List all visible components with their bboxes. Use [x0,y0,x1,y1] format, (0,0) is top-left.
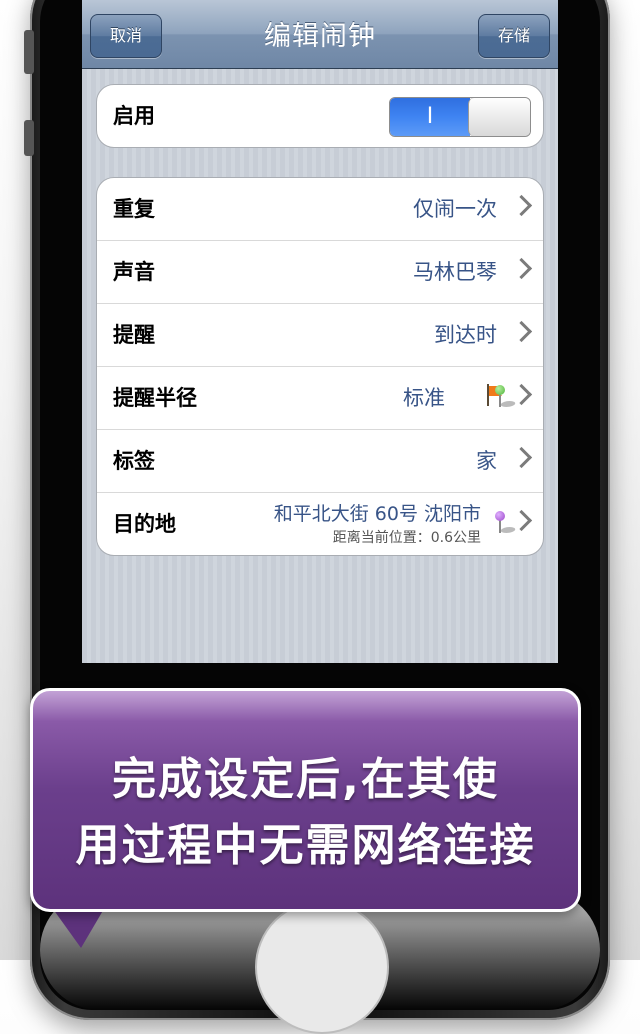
callout-line-1: 完成设定后,在其使 [112,754,499,805]
enable-group: 启用 I [96,84,544,148]
destination-distance: 距离当前位置：0.6公里 [332,530,481,546]
navigation-bar: 取消 编辑闹钟 存储 [82,0,558,69]
remind-label: 提醒 [113,323,155,347]
tag-value: 家 [476,449,497,473]
remind-row[interactable]: 提醒 到达时 [97,304,543,367]
repeat-value: 仅闹一次 [413,197,497,221]
app-screen: 取消 编辑闹钟 存储 启用 I 重复 仅闹一次 声音 马林巴琴 提醒 到达时 提… [82,0,558,663]
chevron-right-icon [510,257,533,280]
enable-row: 启用 I [97,85,543,147]
volume-up-button [24,120,34,156]
remind-value: 到达时 [434,323,497,347]
promo-callout: 完成设定后,在其使 用过程中无需网络连接 [30,688,581,912]
sound-row[interactable]: 声音 马林巴琴 [97,241,543,304]
destination-label: 目的地 [113,512,176,536]
tag-row[interactable]: 标签 家 [97,430,543,493]
repeat-label: 重复 [113,197,155,221]
sound-value: 马林巴琴 [413,260,497,284]
chevron-right-icon [510,320,533,343]
enable-toggle[interactable]: I [389,97,531,137]
callout-line-2: 用过程中无需网络连接 [75,820,536,871]
chevron-right-icon [510,194,533,217]
repeat-row[interactable]: 重复 仅闹一次 [97,178,543,241]
toggle-on-indicator: I [390,98,470,136]
radius-row[interactable]: 提醒半径 标准 [97,367,543,430]
save-button[interactable]: 存储 [478,14,550,58]
tag-label: 标签 [113,449,155,473]
settings-group: 重复 仅闹一次 声音 马林巴琴 提醒 到达时 提醒半径 标准 标签 家 目的地 … [96,177,544,556]
chevron-right-icon [510,446,533,469]
toggle-knob[interactable] [468,98,530,136]
mute-switch [24,30,34,74]
enable-label: 启用 [113,104,155,128]
radius-value: 标准 [403,386,445,410]
destination-value: 和平北大街 60号 沈阳市 [273,503,481,525]
radius-label: 提醒半径 [113,386,197,410]
home-button-reflection [255,900,389,1034]
sound-label: 声音 [113,260,155,284]
destination-row[interactable]: 目的地 和平北大街 60号 沈阳市 距离当前位置：0.6公里 [97,493,543,555]
